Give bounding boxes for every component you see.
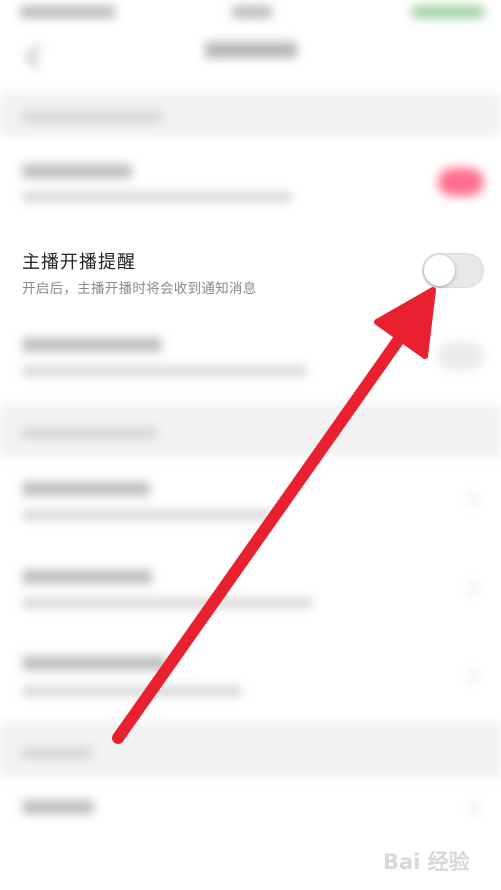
setting-row-description <box>22 686 242 696</box>
setting-row-title <box>22 800 94 814</box>
section-header-label <box>22 748 92 758</box>
section-header <box>0 722 501 778</box>
chevron-right-icon <box>463 669 479 685</box>
section-header <box>0 404 501 458</box>
setting-row-description <box>22 366 307 376</box>
section-header-label <box>22 112 162 122</box>
setting-description: 开启后，主播开播时将会收到通知消息 <box>22 281 257 297</box>
setting-row[interactable] <box>0 630 501 720</box>
page-title <box>205 42 297 58</box>
setting-row-title <box>22 338 162 352</box>
back-icon[interactable] <box>26 45 49 68</box>
setting-row[interactable] <box>0 778 501 838</box>
setting-row-description <box>22 510 272 520</box>
setting-row-title <box>22 164 132 178</box>
section-header <box>0 92 501 136</box>
setting-title: 主播开播提醒 <box>22 252 136 273</box>
status-bar-left <box>20 6 115 18</box>
setting-row[interactable] <box>0 458 501 544</box>
setting-row-title <box>22 482 150 496</box>
chevron-right-icon <box>463 801 479 817</box>
setting-row-description <box>22 598 312 608</box>
section-header-label <box>22 428 157 438</box>
toggle-knob <box>424 255 455 286</box>
setting-row[interactable] <box>0 544 501 630</box>
watermark-text: Bai 经验 <box>383 850 470 874</box>
status-bar-time <box>232 6 272 18</box>
status-bar-battery <box>412 6 484 18</box>
watermark: Bai 经验 <box>383 836 493 882</box>
setting-row[interactable] <box>0 136 501 232</box>
anchor-live-reminder-toggle[interactable] <box>422 253 484 288</box>
status-bar <box>0 0 501 28</box>
chevron-right-icon <box>463 491 479 507</box>
setting-row-description <box>22 192 292 202</box>
toggle-switch[interactable] <box>438 342 484 370</box>
setting-row[interactable] <box>0 318 501 404</box>
setting-row-title <box>22 570 152 584</box>
setting-row-title <box>22 656 167 670</box>
nav-bar <box>0 28 501 88</box>
toggle-switch[interactable] <box>438 168 484 196</box>
anchor-live-reminder-row[interactable]: 主播开播提醒 开启后，主播开播时将会收到通知消息 <box>0 232 501 308</box>
chevron-right-icon <box>463 581 479 597</box>
